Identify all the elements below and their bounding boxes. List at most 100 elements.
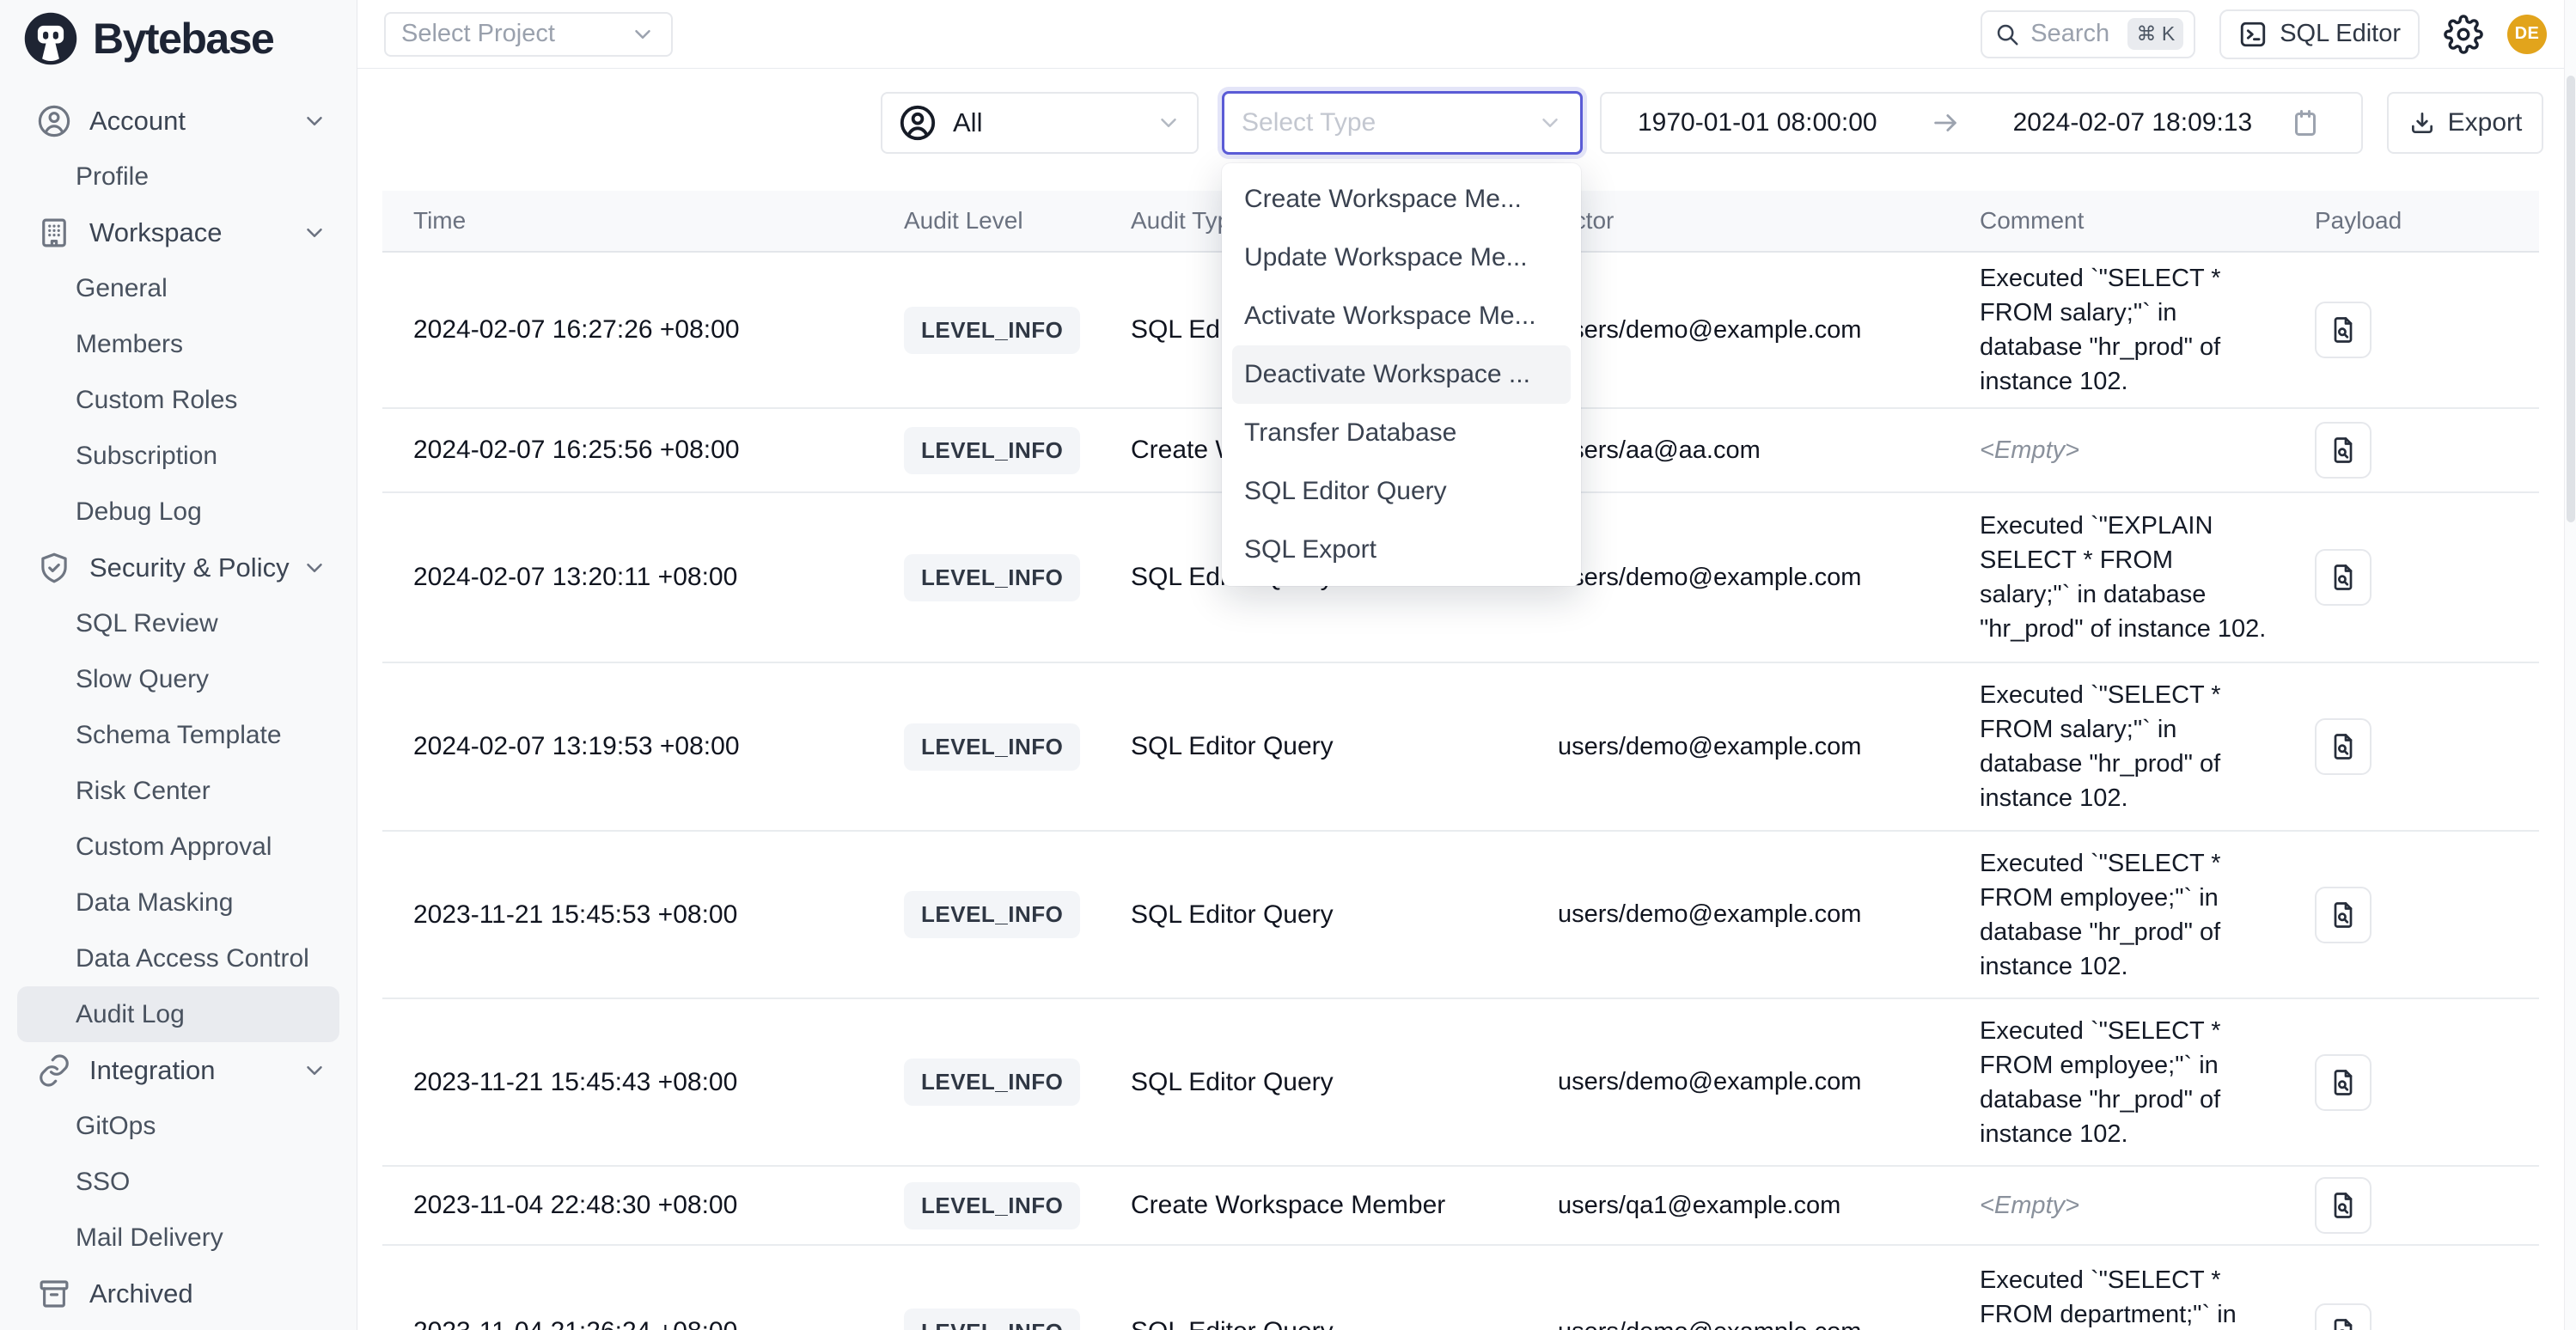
row-payload (2292, 422, 2539, 479)
sidebar-item-schema-template[interactable]: Schema Template (17, 707, 339, 763)
row-audit-type: Create Workspace Member (1117, 1191, 1544, 1220)
sidebar-item-archived[interactable]: Archived (17, 1266, 339, 1321)
row-time: 2023-11-04 22:48:30 +08:00 (382, 1191, 894, 1220)
sidebar-item-workspace[interactable]: Workspace (17, 204, 339, 260)
type-option-create-workspace-me[interactable]: Create Workspace Me... (1222, 170, 1581, 229)
date-range-picker[interactable]: 1970-01-01 08:00:00 2024-02-07 18:09:13 (1600, 92, 2363, 154)
row-time: 2023-11-21 15:45:43 +08:00 (382, 1068, 894, 1097)
brand-name: Bytebase (93, 14, 273, 64)
sidebar-item-audit-log[interactable]: Audit Log (17, 986, 339, 1042)
sidebar-item-sql-review[interactable]: SQL Review (17, 595, 339, 651)
sidebar-item-mail-delivery[interactable]: Mail Delivery (17, 1210, 339, 1266)
sidebar-item-label: Integration (89, 1055, 216, 1086)
payload-view-button[interactable] (2315, 1054, 2372, 1111)
column-header-payload: Payload (2292, 207, 2539, 235)
row-audit-level: LEVEL_INFO (894, 723, 1117, 771)
row-audit-level: LEVEL_INFO (894, 1059, 1117, 1106)
sidebar-item-data-access-control[interactable]: Data Access Control (17, 930, 339, 986)
row-audit-type: SQL Editor Query (1117, 900, 1544, 930)
sidebar-item-label: Data Access Control (76, 944, 309, 973)
row-actor: users/demo@example.com (1544, 564, 1966, 592)
scrollbar-track[interactable] (2564, 0, 2576, 1330)
sidebar-item-label: Debug Log (76, 497, 202, 527)
chevron-down-icon (302, 220, 327, 246)
audit-level-badge: LEVEL_INFO (904, 1182, 1080, 1229)
sidebar-item-custom-roles[interactable]: Custom Roles (17, 372, 339, 428)
payload-view-button[interactable] (2315, 422, 2372, 479)
row-comment: Executed `"SELECT * FROM department;"` i… (1966, 1251, 2292, 1330)
sidebar-item-risk-center[interactable]: Risk Center (17, 763, 339, 819)
sidebar-item-general[interactable]: General (17, 260, 339, 316)
sidebar-item-members[interactable]: Members (17, 316, 339, 372)
payload-view-button[interactable] (2315, 1303, 2372, 1330)
row-actor: users/qa1@example.com (1544, 1192, 1966, 1220)
link-icon (36, 1052, 72, 1089)
payload-view-button[interactable] (2315, 887, 2372, 943)
sidebar-item-integration[interactable]: Integration (17, 1042, 339, 1098)
user-circle-icon (36, 103, 72, 139)
topbar: Select Project Search ⌘ K SQL Editor DE (357, 0, 2576, 69)
gear-icon[interactable] (2444, 15, 2483, 54)
column-header-time: Time (382, 207, 894, 235)
sql-editor-button[interactable]: SQL Editor (2219, 9, 2420, 59)
type-option-activate-workspace-me[interactable]: Activate Workspace Me... (1222, 287, 1581, 345)
sidebar-item-gitops[interactable]: GitOps (17, 1098, 339, 1154)
bytebase-logo[interactable]: Bytebase (0, 0, 357, 67)
type-option-transfer-database[interactable]: Transfer Database (1222, 404, 1581, 462)
avatar[interactable]: DE (2507, 15, 2547, 54)
search-input[interactable]: Search ⌘ K (1981, 10, 2195, 58)
table-row: 2023-11-21 15:45:43 +08:00 LEVEL_INFO SQ… (382, 999, 2539, 1167)
row-audit-type: SQL Editor Query (1117, 1068, 1544, 1097)
payload-view-button[interactable] (2315, 718, 2372, 775)
sidebar-item-custom-approval[interactable]: Custom Approval (17, 819, 339, 875)
sidebar-item-security-policy[interactable]: Security & Policy (17, 540, 339, 595)
sidebar-item-slow-query[interactable]: Slow Query (17, 651, 339, 707)
sidebar-item-label: Custom Approval (76, 833, 272, 862)
actor-filter-select[interactable]: All (881, 92, 1199, 154)
row-comment: Executed `"SELECT * FROM employee;"` in … (1966, 834, 2292, 996)
type-option-sql-export[interactable]: SQL Export (1222, 521, 1581, 579)
user-circle-icon (898, 103, 937, 143)
row-actor: users/demo@example.com (1544, 1318, 1966, 1330)
row-comment: Executed `"SELECT * FROM salary;"` in da… (1966, 666, 2292, 827)
row-payload (2292, 302, 2539, 358)
payload-view-button[interactable] (2315, 302, 2372, 358)
payload-view-button[interactable] (2315, 1177, 2372, 1234)
type-filter-select[interactable]: Select Type (1222, 91, 1583, 155)
sidebar-item-account[interactable]: Account (17, 93, 339, 149)
row-actor: users/aa@aa.com (1544, 436, 1966, 465)
row-payload (2292, 1054, 2539, 1111)
arrow-right-icon (1931, 108, 1960, 137)
row-actor: users/demo@example.com (1544, 1068, 1966, 1096)
sidebar-item-label: Risk Center (76, 777, 211, 806)
table-row: 2024-02-07 13:19:53 +08:00 LEVEL_INFO SQ… (382, 663, 2539, 832)
row-time: 2024-02-07 13:19:53 +08:00 (382, 732, 894, 761)
sidebar-item-data-masking[interactable]: Data Masking (17, 875, 339, 930)
sidebar-item-label: General (76, 274, 168, 303)
terminal-icon (2238, 20, 2268, 49)
row-actor: users/demo@example.com (1544, 316, 1966, 345)
row-time: 2024-02-07 13:20:11 +08:00 (382, 563, 894, 592)
sidebar-item-sso[interactable]: SSO (17, 1154, 339, 1210)
export-button[interactable]: Export (2387, 92, 2543, 154)
row-comment: <Empty> (1966, 1176, 2292, 1235)
table-row: 2023-11-21 15:45:53 +08:00 LEVEL_INFO SQ… (382, 832, 2539, 999)
type-option-deactivate-workspace[interactable]: Deactivate Workspace ... (1232, 345, 1571, 404)
sidebar-item-debug-log[interactable]: Debug Log (17, 484, 339, 540)
payload-view-button[interactable] (2315, 549, 2372, 606)
sidebar-item-profile[interactable]: Profile (17, 149, 339, 204)
project-select[interactable]: Select Project (384, 12, 673, 57)
scrollbar-thumb[interactable] (2567, 76, 2575, 522)
type-option-update-workspace-me[interactable]: Update Workspace Me... (1222, 229, 1581, 287)
row-time: 2023-11-04 21:26:24 +08:00 (382, 1317, 894, 1330)
row-time: 2024-02-07 16:25:56 +08:00 (382, 436, 894, 465)
row-comment: Executed `"SELECT * FROM salary;"` in da… (1966, 249, 2292, 411)
type-option-sql-editor-query[interactable]: SQL Editor Query (1222, 462, 1581, 521)
search-shortcut-badge: ⌘ K (2127, 18, 2183, 50)
bytebase-app: Bytebase AccountProfileWorkspace General M… (0, 0, 2576, 1330)
date-from-value: 1970-01-01 08:00:00 (1638, 108, 1877, 137)
archive-icon (36, 1276, 72, 1312)
row-payload (2292, 1303, 2539, 1330)
sidebar-item-subscription[interactable]: Subscription (17, 428, 339, 484)
search-icon (1994, 21, 2020, 47)
